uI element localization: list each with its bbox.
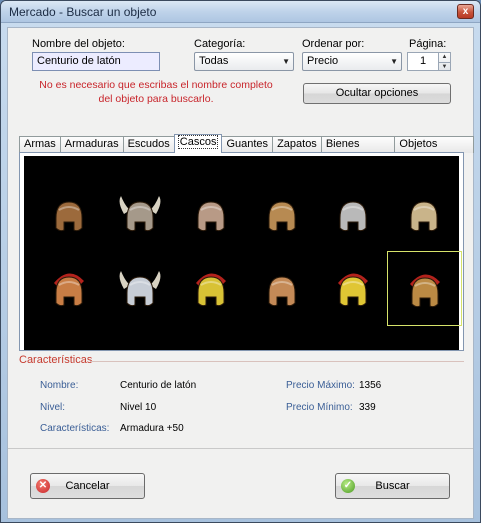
category-value: Todas: [199, 55, 229, 67]
category-tabs: Armas Armaduras Escudos Cascos Guantes Z…: [19, 134, 474, 165]
item-slot[interactable]: [174, 176, 249, 251]
tab-objetos-especiales[interactable]: Objetos Especiales: [394, 136, 474, 165]
page-stepper[interactable]: ▲ ▼: [438, 52, 451, 71]
page-input[interactable]: 1: [407, 52, 439, 71]
item-slot[interactable]: [316, 251, 391, 326]
tab-armaduras[interactable]: Armaduras: [59, 136, 124, 153]
cancel-icon: ✕: [36, 479, 50, 493]
item-slot[interactable]: [387, 176, 462, 251]
chevron-down-icon: ▼: [390, 57, 398, 66]
order-value: Precio: [307, 55, 339, 67]
dialog-body: Nombre del objeto: Centurio de latón Cat…: [7, 27, 474, 519]
tab-cascos[interactable]: Cascos: [173, 134, 223, 153]
detail-name-value: Centurio de latón: [120, 380, 197, 391]
items-panel: [19, 152, 464, 351]
bronze-visor-helmet-icon: [268, 201, 296, 232]
detail-stats-key: Características:: [40, 423, 110, 434]
cancel-button[interactable]: ✕ Cancelar: [30, 473, 145, 499]
order-select[interactable]: Precio ▼: [302, 52, 402, 71]
tab-label: Armas: [24, 138, 56, 150]
tab-label: Armaduras: [64, 138, 119, 150]
page-label: Página:: [409, 38, 447, 50]
category-label: Categoría:: [194, 38, 246, 50]
item-slot[interactable]: [387, 251, 462, 326]
details-section-title: Características: [19, 354, 93, 366]
cancel-label: Cancelar: [65, 480, 110, 492]
min-price-value: 339: [359, 402, 376, 413]
tab-zapatos[interactable]: Zapatos: [272, 136, 322, 153]
min-price-key: Precio Mínimo:: [286, 402, 353, 413]
category-select[interactable]: Todas ▼: [194, 52, 294, 71]
object-name-label: Nombre del objeto:: [32, 38, 125, 50]
item-slot[interactable]: [245, 176, 320, 251]
item-slot[interactable]: [174, 251, 249, 326]
tab-armas[interactable]: Armas: [19, 136, 61, 153]
tab-bienes-generales[interactable]: Bienes Generales: [320, 136, 396, 165]
max-price-value: 1356: [359, 380, 382, 391]
gladiator-gauntlet-helmet-icon: [197, 201, 225, 232]
search-label: Buscar: [375, 480, 410, 492]
item-grid: [24, 156, 462, 350]
title-bar[interactable]: Mercado - Buscar un objeto x: [1, 1, 480, 23]
window-title: Mercado - Buscar un objeto: [9, 5, 157, 19]
tab-guantes[interactable]: Guantes: [221, 136, 274, 153]
market-window: Mercado - Buscar un objeto x Nombre del …: [0, 0, 481, 523]
silver-nasal-helmet-icon: [339, 201, 367, 232]
bronze-hood-helmet-icon: [55, 201, 83, 232]
tab-label: Zapatos: [277, 138, 317, 150]
order-label: Ordenar por:: [302, 38, 365, 50]
hide-options-button[interactable]: Ocultar opciones: [303, 83, 451, 104]
item-slot[interactable]: [32, 176, 107, 251]
detail-name-key: Nombre:: [40, 380, 79, 391]
footer-divider: [8, 448, 473, 449]
tab-label: Escudos: [127, 138, 170, 150]
object-name-input[interactable]: Centurio de latón: [32, 52, 160, 71]
search-hint: No es necesario que escribas el nombre c…: [39, 79, 273, 105]
viking-steel-helmet-icon: [119, 196, 161, 232]
detail-level-key: Nivel:: [40, 402, 66, 413]
close-button[interactable]: x: [457, 4, 474, 19]
brass-centurion-helmet-icon: [410, 274, 440, 308]
search-button[interactable]: ✓ Buscar: [335, 473, 450, 499]
tab-label: Guantes: [226, 138, 269, 150]
max-price-key: Precio Máximo:: [286, 380, 355, 391]
stepper-up-icon[interactable]: ▲: [439, 53, 450, 62]
item-slot[interactable]: [32, 251, 107, 326]
tab-escudos[interactable]: Escudos: [122, 136, 175, 153]
stepper-down-icon[interactable]: ▼: [439, 61, 450, 71]
check-icon: ✓: [341, 479, 355, 493]
item-slot[interactable]: [245, 251, 320, 326]
item-slot[interactable]: [103, 176, 178, 251]
golden-crest-helmet-icon: [196, 273, 226, 307]
skull-helmet-icon: [410, 201, 438, 232]
section-divider: [90, 361, 464, 362]
chevron-down-icon: ▼: [282, 57, 290, 66]
bronze-round-helmet-icon: [268, 276, 296, 307]
detail-stats-value: Armadura +50: [120, 423, 184, 434]
golden-spartan-helmet-icon: [338, 273, 368, 307]
close-icon: x: [462, 6, 469, 17]
tab-label: Cascos: [177, 135, 219, 149]
red-crest-roman-helmet-icon: [54, 273, 84, 307]
horned-steel-helmet-icon: [119, 271, 161, 307]
item-slot[interactable]: [316, 176, 391, 251]
detail-level-value: Nivel 10: [120, 402, 157, 413]
item-slot[interactable]: [103, 251, 178, 326]
